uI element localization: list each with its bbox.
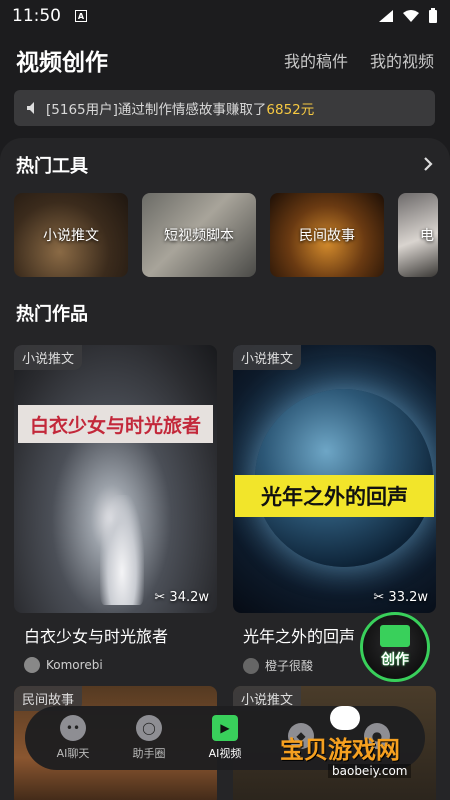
tool-card-partial[interactable]: 电 (398, 193, 438, 277)
header-links: 我的稿件 我的视频 (284, 48, 434, 72)
work-card[interactable]: 白衣少女与时光旅者 小说推文 ✂ 34.2w 白衣少女与时光旅者 Komoreb… (14, 345, 217, 674)
work-title: 白衣少女与时光旅者 (24, 627, 169, 646)
chat-face-icon: •• (60, 715, 86, 741)
tab-label: 助手圈 (132, 747, 166, 760)
category-badge: 小说推文 (233, 345, 302, 370)
notice-text: [5165用户]通过制作情感故事赚取了 (46, 102, 267, 118)
author-name: Komorebi (46, 658, 103, 672)
my-drafts-link[interactable]: 我的稿件 (284, 48, 348, 72)
hot-tools-title: 热门工具 (16, 156, 88, 177)
status-bar: 11:50 A (0, 0, 450, 32)
hot-tools-list: 小说推文 短视频脚本 民间故事 电 (14, 193, 438, 277)
tool-card-novel[interactable]: 小说推文 (14, 193, 128, 277)
tab-label: AI视频 (208, 747, 242, 760)
work-cover[interactable]: 光年之外的回声 小说推文 ✂ 33.2w (233, 345, 436, 613)
tool-label: 民间故事 (299, 228, 355, 244)
avatar (243, 657, 259, 674)
speaker-icon (27, 102, 34, 114)
tool-card-script[interactable]: 短视频脚本 (142, 193, 256, 277)
battery-icon (429, 8, 437, 23)
work-cover[interactable]: 白衣少女与时光旅者 小说推文 ✂ 34.2w (14, 345, 217, 613)
category-badge: 小说推文 (14, 345, 83, 370)
page-title: 视频创作 (16, 50, 108, 76)
scissors-icon: ✂ (373, 590, 389, 605)
app-notification-icon: A (75, 10, 87, 22)
tab-label: AI聊天 (56, 747, 90, 760)
watermark-text: 宝贝游戏网 (280, 736, 400, 764)
my-videos-link[interactable]: 我的视频 (370, 48, 434, 72)
notice-amount: 6852元 (266, 102, 315, 118)
hot-works-title: 热门作品 (16, 304, 88, 325)
cover-banner: 光年之外的回声 (235, 475, 434, 517)
chevron-right-icon[interactable] (422, 156, 434, 177)
author-name: 橙子很酸 (265, 659, 314, 673)
avatar (24, 657, 40, 673)
tool-label: 小说推文 (43, 228, 99, 244)
earnings-notice[interactable]: [5165用户]通过制作情感故事赚取了 6852元 (14, 90, 435, 126)
status-icons (378, 8, 438, 24)
tool-card-folk[interactable]: 民间故事 (270, 193, 384, 277)
view-count: ✂ 34.2w (154, 590, 209, 605)
watermark-url: baobeiy.com (328, 764, 412, 778)
watermark-logo-icon (330, 706, 360, 730)
tool-label: 短视频脚本 (164, 228, 234, 244)
clapperboard-icon (380, 625, 410, 647)
signal-icon (379, 10, 393, 22)
create-label: 创作 (381, 652, 409, 668)
view-count-value: 34.2w (169, 590, 209, 605)
cover-figure (100, 495, 144, 605)
create-button[interactable]: 创作 (360, 612, 430, 682)
status-time: 11:50 (12, 6, 61, 26)
work-author: Komorebi (24, 657, 217, 673)
view-count-value: 33.2w (388, 590, 428, 605)
circle-icon: ◯ (136, 715, 162, 741)
tab-ai-video[interactable]: ▶ AI视频 (192, 715, 258, 761)
tab-assistant-circle[interactable]: ◯ 助手圈 (116, 715, 182, 761)
cover-banner: 白衣少女与时光旅者 (18, 405, 213, 443)
play-icon: ▶ (212, 715, 238, 741)
tool-label: 电 (420, 228, 434, 244)
wifi-icon (403, 10, 419, 22)
page-header: 视频创作 我的稿件 我的视频 (16, 38, 434, 82)
tab-ai-chat[interactable]: •• AI聊天 (40, 715, 106, 761)
scissors-icon: ✂ (154, 590, 170, 605)
view-count: ✂ 33.2w (373, 590, 428, 605)
